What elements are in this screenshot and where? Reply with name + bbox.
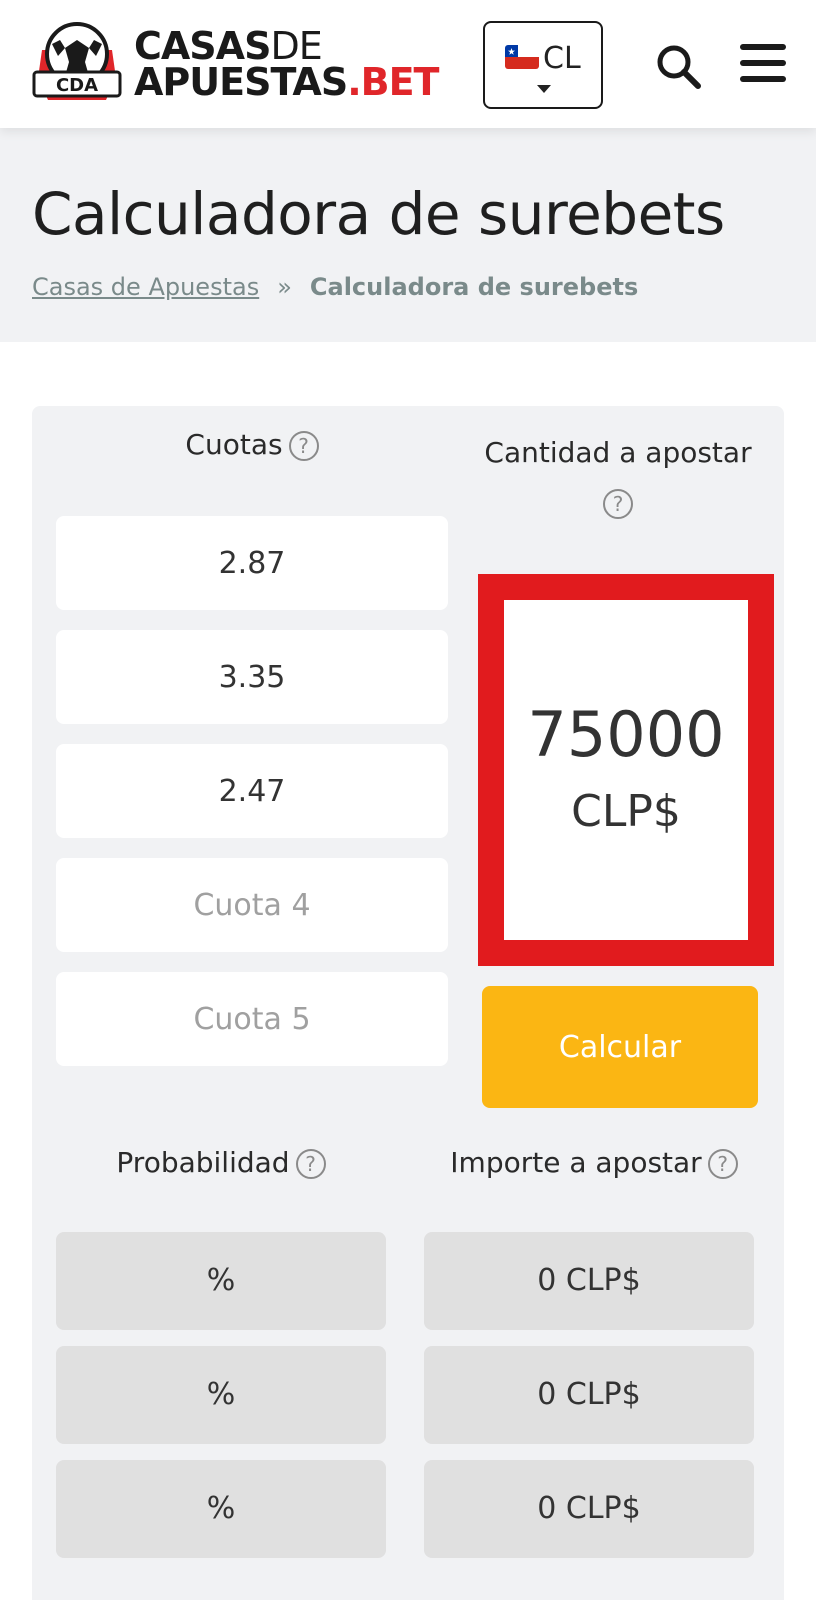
odds-input-3[interactable] (56, 744, 448, 838)
hamburger-menu-icon[interactable] (740, 42, 786, 84)
breadcrumb: Casas de Apuestas » Calculadora de surebet… (32, 273, 638, 301)
importe-header-label: Importe a apostar (450, 1146, 702, 1179)
logo-word-bet: .BET (347, 60, 439, 104)
calculate-button[interactable]: Calcular (482, 986, 758, 1108)
breadcrumb-current: Calculadora de surebets (309, 273, 639, 301)
importe-result-3: 0 CLP$ (424, 1460, 754, 1558)
probability-header-label: Probabilidad (116, 1146, 290, 1179)
breadcrumb-separator: » (277, 273, 292, 301)
logo-badge-text: CDA (56, 75, 98, 96)
chevron-down-icon (537, 85, 551, 93)
chile-flag-icon (505, 45, 539, 69)
importe-result-1: 0 CLP$ (424, 1232, 754, 1330)
odds-header-label: Cuotas (185, 428, 283, 461)
search-icon[interactable] (654, 42, 702, 90)
stake-amount-value: 75000 (527, 698, 725, 771)
odds-column-header: Cuotas? (56, 428, 448, 461)
page-title: Calculadora de surebets (32, 180, 725, 248)
soccer-ball-logo-icon: CDA (32, 22, 122, 100)
help-icon[interactable]: ? (295, 1149, 326, 1179)
odds-input-4[interactable] (56, 858, 448, 952)
amount-header-label: Cantidad a apostar (484, 436, 752, 469)
probability-column-header: Probabilidad? (56, 1146, 386, 1179)
stake-highlight-frame: 75000 CLP$ (478, 574, 774, 966)
amount-column-header: Cantidad a apostar ? (468, 428, 768, 528)
odds-input-5[interactable] (56, 972, 448, 1066)
importe-result-2: 0 CLP$ (424, 1346, 754, 1444)
help-icon[interactable]: ? (707, 1149, 738, 1179)
surebet-calculator: Cuotas? Cantidad a apostar ? 75000 CLP$ … (32, 406, 784, 1600)
probability-result-3: % (56, 1460, 386, 1558)
site-header: CDA CASASDE APUESTAS.BET CL (0, 0, 816, 128)
help-icon[interactable]: ? (603, 489, 633, 519)
page-header-section: Calculadora de surebets Casas de Apuesta… (0, 128, 816, 342)
language-code: CL (543, 41, 581, 76)
logo-wordmark: CASASDE APUESTAS.BET (134, 27, 439, 101)
odds-input-1[interactable] (56, 516, 448, 610)
language-selector[interactable]: CL (483, 21, 603, 109)
probability-result-1: % (56, 1232, 386, 1330)
breadcrumb-home-link[interactable]: Casas de Apuestas (32, 273, 259, 301)
importe-column-header: Importe a apostar? (424, 1146, 764, 1179)
stake-amount-field[interactable]: 75000 CLP$ (504, 600, 748, 940)
stake-currency: CLP$ (571, 786, 681, 837)
logo-word-apuestas: APUESTAS (134, 60, 348, 104)
help-icon[interactable]: ? (288, 431, 319, 461)
probability-result-2: % (56, 1346, 386, 1444)
odds-input-2[interactable] (56, 630, 448, 724)
site-logo[interactable]: CDA CASASDE APUESTAS.BET (30, 20, 460, 110)
